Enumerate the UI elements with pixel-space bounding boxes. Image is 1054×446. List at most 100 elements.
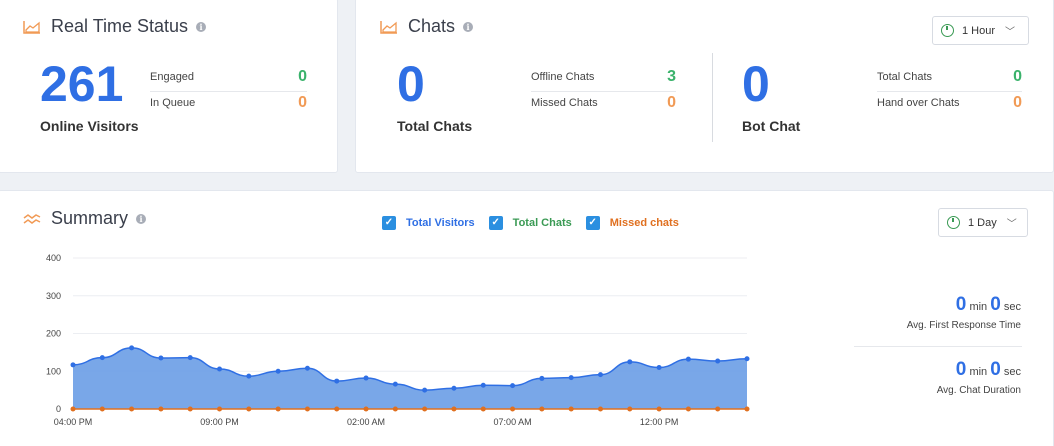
handover-label: Hand over Chats [877,97,960,109]
realtime-title: Real Time Status i [23,16,207,37]
chats-card: Chats i 1 Hour ﹀ 0 Total Chats Offline C… [355,0,1054,173]
visitors-point [70,362,76,368]
min-unit: min [969,366,988,378]
chats-period-dropdown[interactable]: 1 Hour ﹀ [932,16,1029,45]
missed-point [480,406,486,412]
visitors-point [685,356,691,362]
missed-point [510,406,516,412]
online-visitors-count: 261 [40,56,124,112]
y-tick-label: 100 [46,366,61,376]
visitors-point [715,358,721,364]
chart-legend: ✓ Total Visitors ✓ Total Chats ✓ Missed … [382,216,693,230]
x-tick-label: 09:00 PM [200,417,239,427]
online-visitors-label: Online Visitors [40,118,139,134]
engaged-row: Engaged 0 [150,64,307,90]
chat-duration-metric: 0 min 0 sec Avg. Chat Duration [937,359,1021,396]
missed-point [656,406,662,412]
chat-duration-min: 0 [955,359,967,380]
total-chats-count: 0 [397,56,425,112]
info-icon[interactable]: i [463,21,474,32]
first-response-metric: 0 min 0 sec Avg. First Response Time [907,294,1021,331]
clock-icon [941,24,954,37]
missed-point [363,406,369,412]
chart-icon [23,20,40,34]
checkbox-icon[interactable]: ✓ [585,216,600,230]
missed-chats-value: 0 [667,94,676,111]
legend-total-chats[interactable]: ✓ Total Chats [488,216,572,230]
missed-point [568,406,574,412]
realtime-title-text: Real Time Status [51,16,189,36]
bot-chat-label: Bot Chat [742,118,801,134]
queue-label: In Queue [150,97,196,109]
first-response-min: 0 [955,294,967,315]
engaged-value: 0 [298,68,307,85]
visitors-point [656,364,662,370]
visitors-point [510,383,516,389]
visitors-point [304,365,310,371]
summary-period-dropdown[interactable]: 1 Day ﹀ [938,208,1028,237]
missed-point [392,406,398,412]
first-response-label: Avg. First Response Time [906,320,1021,331]
checkbox-icon[interactable]: ✓ [488,216,503,230]
chat-duration-label: Avg. Chat Duration [936,385,1021,396]
y-tick-label: 200 [46,329,61,339]
chats-period-value: 1 Hour [962,24,996,37]
y-tick-label: 0 [56,404,61,414]
legend-label: Total Visitors [406,217,475,229]
handover-row: Hand over Chats 0 [877,90,1022,116]
x-tick-label: 02:00 AM [347,417,385,427]
bot-total-chats-row: Total Chats 0 [877,64,1022,90]
realtime-status-card: Real Time Status i 261 Online Visitors E… [0,0,338,173]
missed-point [129,406,135,412]
min-unit: min [969,301,988,313]
visitors-point [334,378,340,384]
offline-chats-value: 3 [667,68,676,85]
missed-point [685,406,691,412]
info-icon[interactable]: i [136,213,147,224]
legend-label: Total Chats [512,217,572,229]
missed-point [275,406,281,412]
missed-point [334,406,340,412]
missed-point [422,406,428,412]
chevron-down-icon: ﹀ [1006,219,1017,230]
legend-label: Missed chats [609,217,679,229]
visitors-point [451,385,457,391]
x-tick-label: 07:00 AM [494,417,532,427]
visitors-point [99,355,105,361]
missed-point [715,406,721,412]
y-tick-label: 300 [46,291,61,301]
visitors-point [217,366,223,372]
legend-total-visitors[interactable]: ✓ Total Visitors [382,216,475,230]
y-tick-label: 400 [46,253,61,263]
missed-point [158,406,164,412]
missed-point [304,406,310,412]
chart-icon [380,20,397,34]
summary-card: Summary i ✓ Total Visitors ✓ Total Chats… [0,190,1054,446]
chat-duration-sec: 0 [990,359,1001,380]
summary-title: Summary i [23,208,147,229]
total-chats-label: Total Chats [397,118,473,134]
visitors-point [363,375,369,381]
visitors-point [158,355,164,361]
bot-chat-count: 0 [742,56,770,112]
visitors-point [568,375,574,381]
missed-point [187,406,193,412]
bot-total-chats-label: Total Chats [877,71,933,83]
metric-divider [854,346,1022,347]
missed-point [217,406,223,412]
missed-point [246,406,252,412]
legend-missed-chats[interactable]: ✓ Missed chats [585,216,679,230]
x-tick-label: 12:00 PM [640,417,679,427]
offline-chats-label: Offline Chats [531,71,595,83]
clock-icon [947,216,960,229]
checkbox-icon[interactable]: ✓ [382,216,396,230]
summary-chart: 0 100 200 300 400 04:00 PM 09:00 PM 02:00 AM 07:… [46,253,750,427]
info-icon[interactable]: i [196,21,207,32]
queue-value: 0 [298,94,307,111]
visitors-point [246,373,252,379]
visitors-point [129,345,135,351]
first-response-sec: 0 [990,294,1001,315]
visitors-point [744,356,750,362]
visitors-point [539,375,545,381]
section-divider [712,53,713,142]
